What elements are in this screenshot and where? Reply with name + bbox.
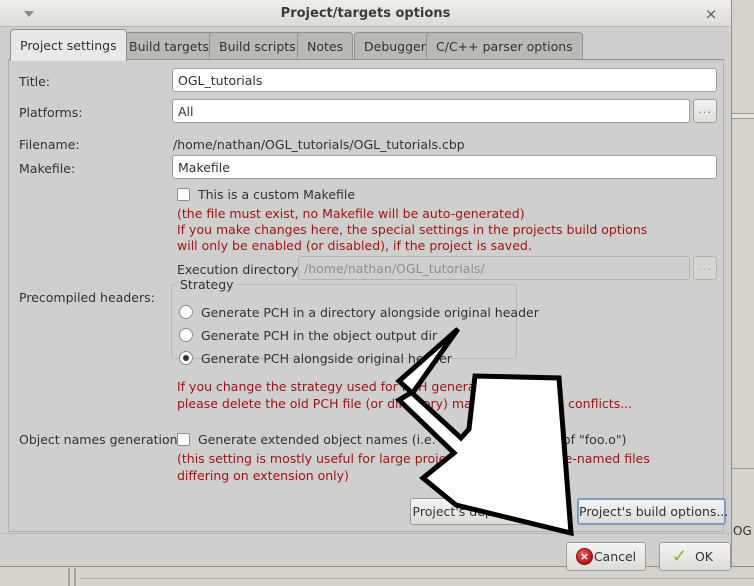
strategy-groupbox (171, 284, 517, 359)
close-icon[interactable]: × (701, 4, 721, 24)
execution-directory-label: Execution directory: (177, 262, 302, 277)
background-panel-top (731, 0, 754, 113)
radio-pch-directory-alongside-label: Generate PCH in a directory alongside or… (201, 305, 539, 320)
strategy-group-legend: Strategy (177, 277, 237, 292)
custom-makefile-checkbox[interactable] (177, 188, 190, 201)
pch-warning-line-1: If you change the strategy used for PCH … (177, 379, 504, 394)
background-rule-2 (731, 118, 754, 119)
title-label: Title: (19, 74, 50, 89)
radio-selected-dot (183, 355, 189, 361)
filename-label: Filename: (19, 137, 80, 152)
background-hairline (80, 578, 754, 579)
tab-build-targets[interactable]: Build targets (119, 32, 219, 60)
project-settings-panel: Title: Platforms: ... Filename: /home/na… (8, 59, 728, 532)
radio-pch-alongside-original-header-label: Generate PCH alongside original header (201, 351, 452, 366)
makefile-warning-line-2: If you make changes here, the special se… (177, 222, 648, 237)
tab-cpp-parser-options[interactable]: C/C++ parser options (426, 32, 583, 60)
makefile-input[interactable] (172, 155, 717, 179)
background-window-right: OG (730, 0, 754, 586)
tab-strip: Project settings Build targets Build scr… (0, 27, 731, 61)
platforms-input[interactable] (172, 99, 690, 123)
background-tick-1 (68, 568, 70, 586)
dialog-title: Project/targets options (280, 6, 451, 21)
radio-pch-alongside-original-header[interactable] (179, 351, 193, 365)
custom-makefile-label: This is a custom Makefile (198, 187, 356, 202)
makefile-warning-line-3: will only be enabled (or disabled), if t… (177, 238, 532, 253)
execution-directory-input[interactable] (298, 256, 690, 280)
ok-button[interactable]: ✓ OK (659, 542, 731, 571)
cancel-button[interactable]: × Cancel (566, 542, 646, 571)
background-text: OG (733, 524, 752, 538)
dialog-bottom-bar: × Cancel ✓ OK (0, 533, 731, 571)
platforms-label: Platforms: (19, 105, 83, 120)
cancel-icon: × (576, 548, 593, 565)
extended-object-names-checkbox[interactable] (177, 433, 190, 446)
tab-debugger[interactable]: Debugger (354, 32, 436, 60)
title-input[interactable] (172, 68, 717, 92)
project-build-options-button[interactable]: Project's build options... (577, 498, 728, 525)
cancel-button-label: Cancel (593, 549, 637, 564)
check-icon: ✓ (672, 546, 688, 567)
object-names-generation-label: Object names generation: (19, 432, 182, 447)
object-names-warning-line-1: (this setting is mostly useful for large… (177, 451, 650, 466)
ok-button-label: OK (694, 549, 714, 564)
execution-directory-browse-button[interactable]: ... (693, 256, 717, 280)
precompiled-headers-label: Precompiled headers: (19, 290, 155, 305)
object-names-warning-line-2: differing on extension only) (177, 468, 349, 483)
filename-value: /home/nathan/OGL_tutorials/OGL_tutorials… (173, 137, 465, 152)
tab-build-scripts[interactable]: Build scripts (209, 32, 306, 60)
background-rule-3 (731, 468, 754, 469)
background-tick-2 (74, 568, 76, 586)
radio-pch-directory-alongside[interactable] (179, 305, 193, 319)
tab-notes[interactable]: Notes (297, 32, 354, 60)
makefile-label: Makefile: (19, 161, 76, 176)
project-targets-options-dialog: Project/targets options × Project settin… (0, 0, 732, 571)
makefile-warning-line-1: (the file must exist, no Makefile will b… (177, 206, 525, 221)
pch-warning-line-2: please delete the old PCH file (or direc… (177, 396, 633, 411)
radio-pch-object-output-dir-label: Generate PCH in the object output dir (201, 328, 438, 343)
project-dependencies-button[interactable]: Project's dependencies... (410, 498, 571, 525)
dialog-titlebar: Project/targets options × (0, 0, 731, 27)
platforms-browse-button[interactable]: ... (693, 99, 717, 123)
extended-object-names-label: Generate extended object names (i.e. "fo… (198, 432, 627, 447)
tab-project-settings[interactable]: Project settings (10, 29, 127, 61)
radio-pch-object-output-dir[interactable] (179, 328, 193, 342)
